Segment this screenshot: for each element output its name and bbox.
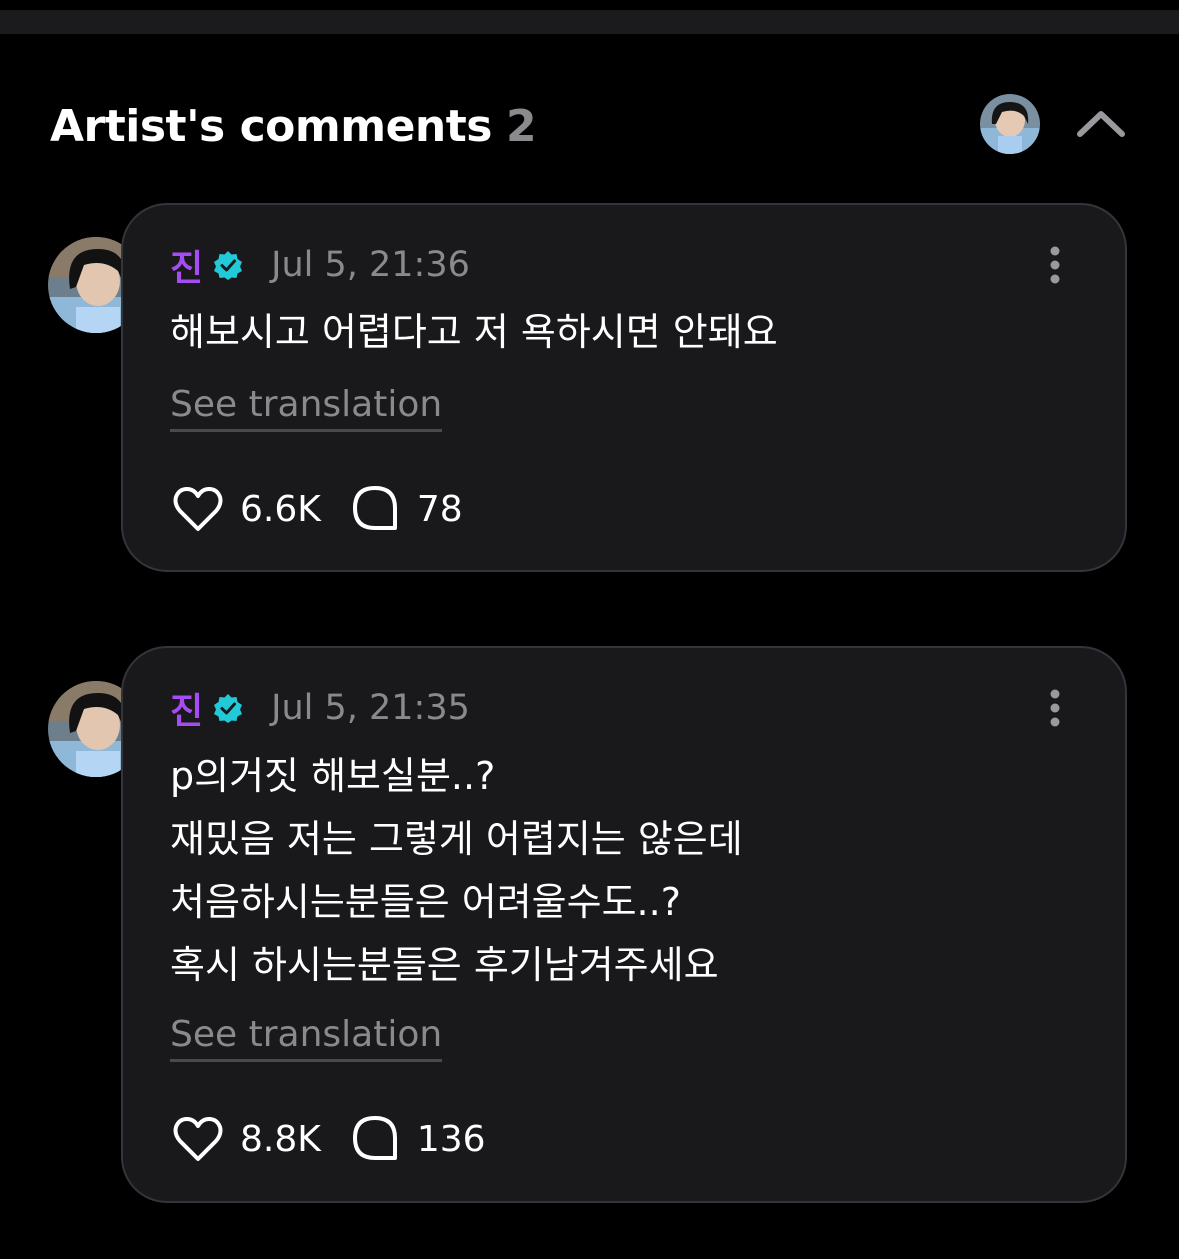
artist-avatar-image <box>980 94 1040 154</box>
comment-bubble-icon <box>352 486 397 530</box>
section-title: Artist's comments <box>50 100 492 152</box>
comment-meta: 진 Jul 5, 21:35 <box>170 678 470 738</box>
verified-badge-icon <box>214 251 243 280</box>
reply-button[interactable] <box>347 1111 403 1167</box>
verified-badge-icon <box>214 694 243 723</box>
more-vertical-icon <box>1050 246 1060 284</box>
comment-text: p의거짓 해보실분..? 재밌음 저는 그렇게 어렵지는 않은데 처음하시는분들… <box>170 754 743 987</box>
like-button[interactable] <box>170 481 226 537</box>
reply-count: 78 <box>416 488 463 530</box>
comment-actions: 6.6K 78 <box>170 479 489 539</box>
like-count: 6.6K <box>240 488 321 530</box>
comment-bubble-icon <box>352 1116 397 1160</box>
artist-comments-header: Artist's comments 2 <box>50 96 537 156</box>
reply-count: 136 <box>416 1118 486 1160</box>
comment-count: 2 <box>505 100 537 152</box>
reply-button[interactable] <box>347 481 403 537</box>
author-name[interactable]: 진 <box>170 682 203 734</box>
comment-actions: 8.8K 136 <box>170 1109 512 1169</box>
like-button[interactable] <box>170 1111 226 1167</box>
comment-text: 해보시고 어렵다고 저 욕하시면 안돼요 <box>170 310 778 354</box>
comment-timestamp: Jul 5, 21:35 <box>271 688 470 728</box>
comment-card: 진 Jul 5, 21:35 p의거짓 해보실분..? 재밌음 저는 그렇게 어… <box>121 646 1127 1203</box>
more-options-button[interactable] <box>1035 686 1075 730</box>
author-name[interactable]: 진 <box>170 239 203 291</box>
heart-icon <box>173 1117 223 1161</box>
chevron-up-icon <box>1077 111 1125 137</box>
heart-icon <box>173 487 223 531</box>
more-options-button[interactable] <box>1035 243 1075 287</box>
see-translation-link[interactable]: See translation <box>170 381 443 432</box>
comment-card: 진 Jul 5, 21:36 해보시고 어렵다고 저 욕하시면 안돼요 See … <box>121 203 1127 572</box>
artist-avatar[interactable] <box>980 94 1040 154</box>
comment-meta: 진 Jul 5, 21:36 <box>170 235 470 295</box>
collapse-button[interactable] <box>1072 100 1130 146</box>
like-count: 8.8K <box>240 1118 321 1160</box>
more-vertical-icon <box>1050 689 1060 727</box>
see-translation-link[interactable]: See translation <box>170 1011 443 1062</box>
comment-timestamp: Jul 5, 21:36 <box>271 245 470 285</box>
top-divider-bar <box>0 10 1179 34</box>
